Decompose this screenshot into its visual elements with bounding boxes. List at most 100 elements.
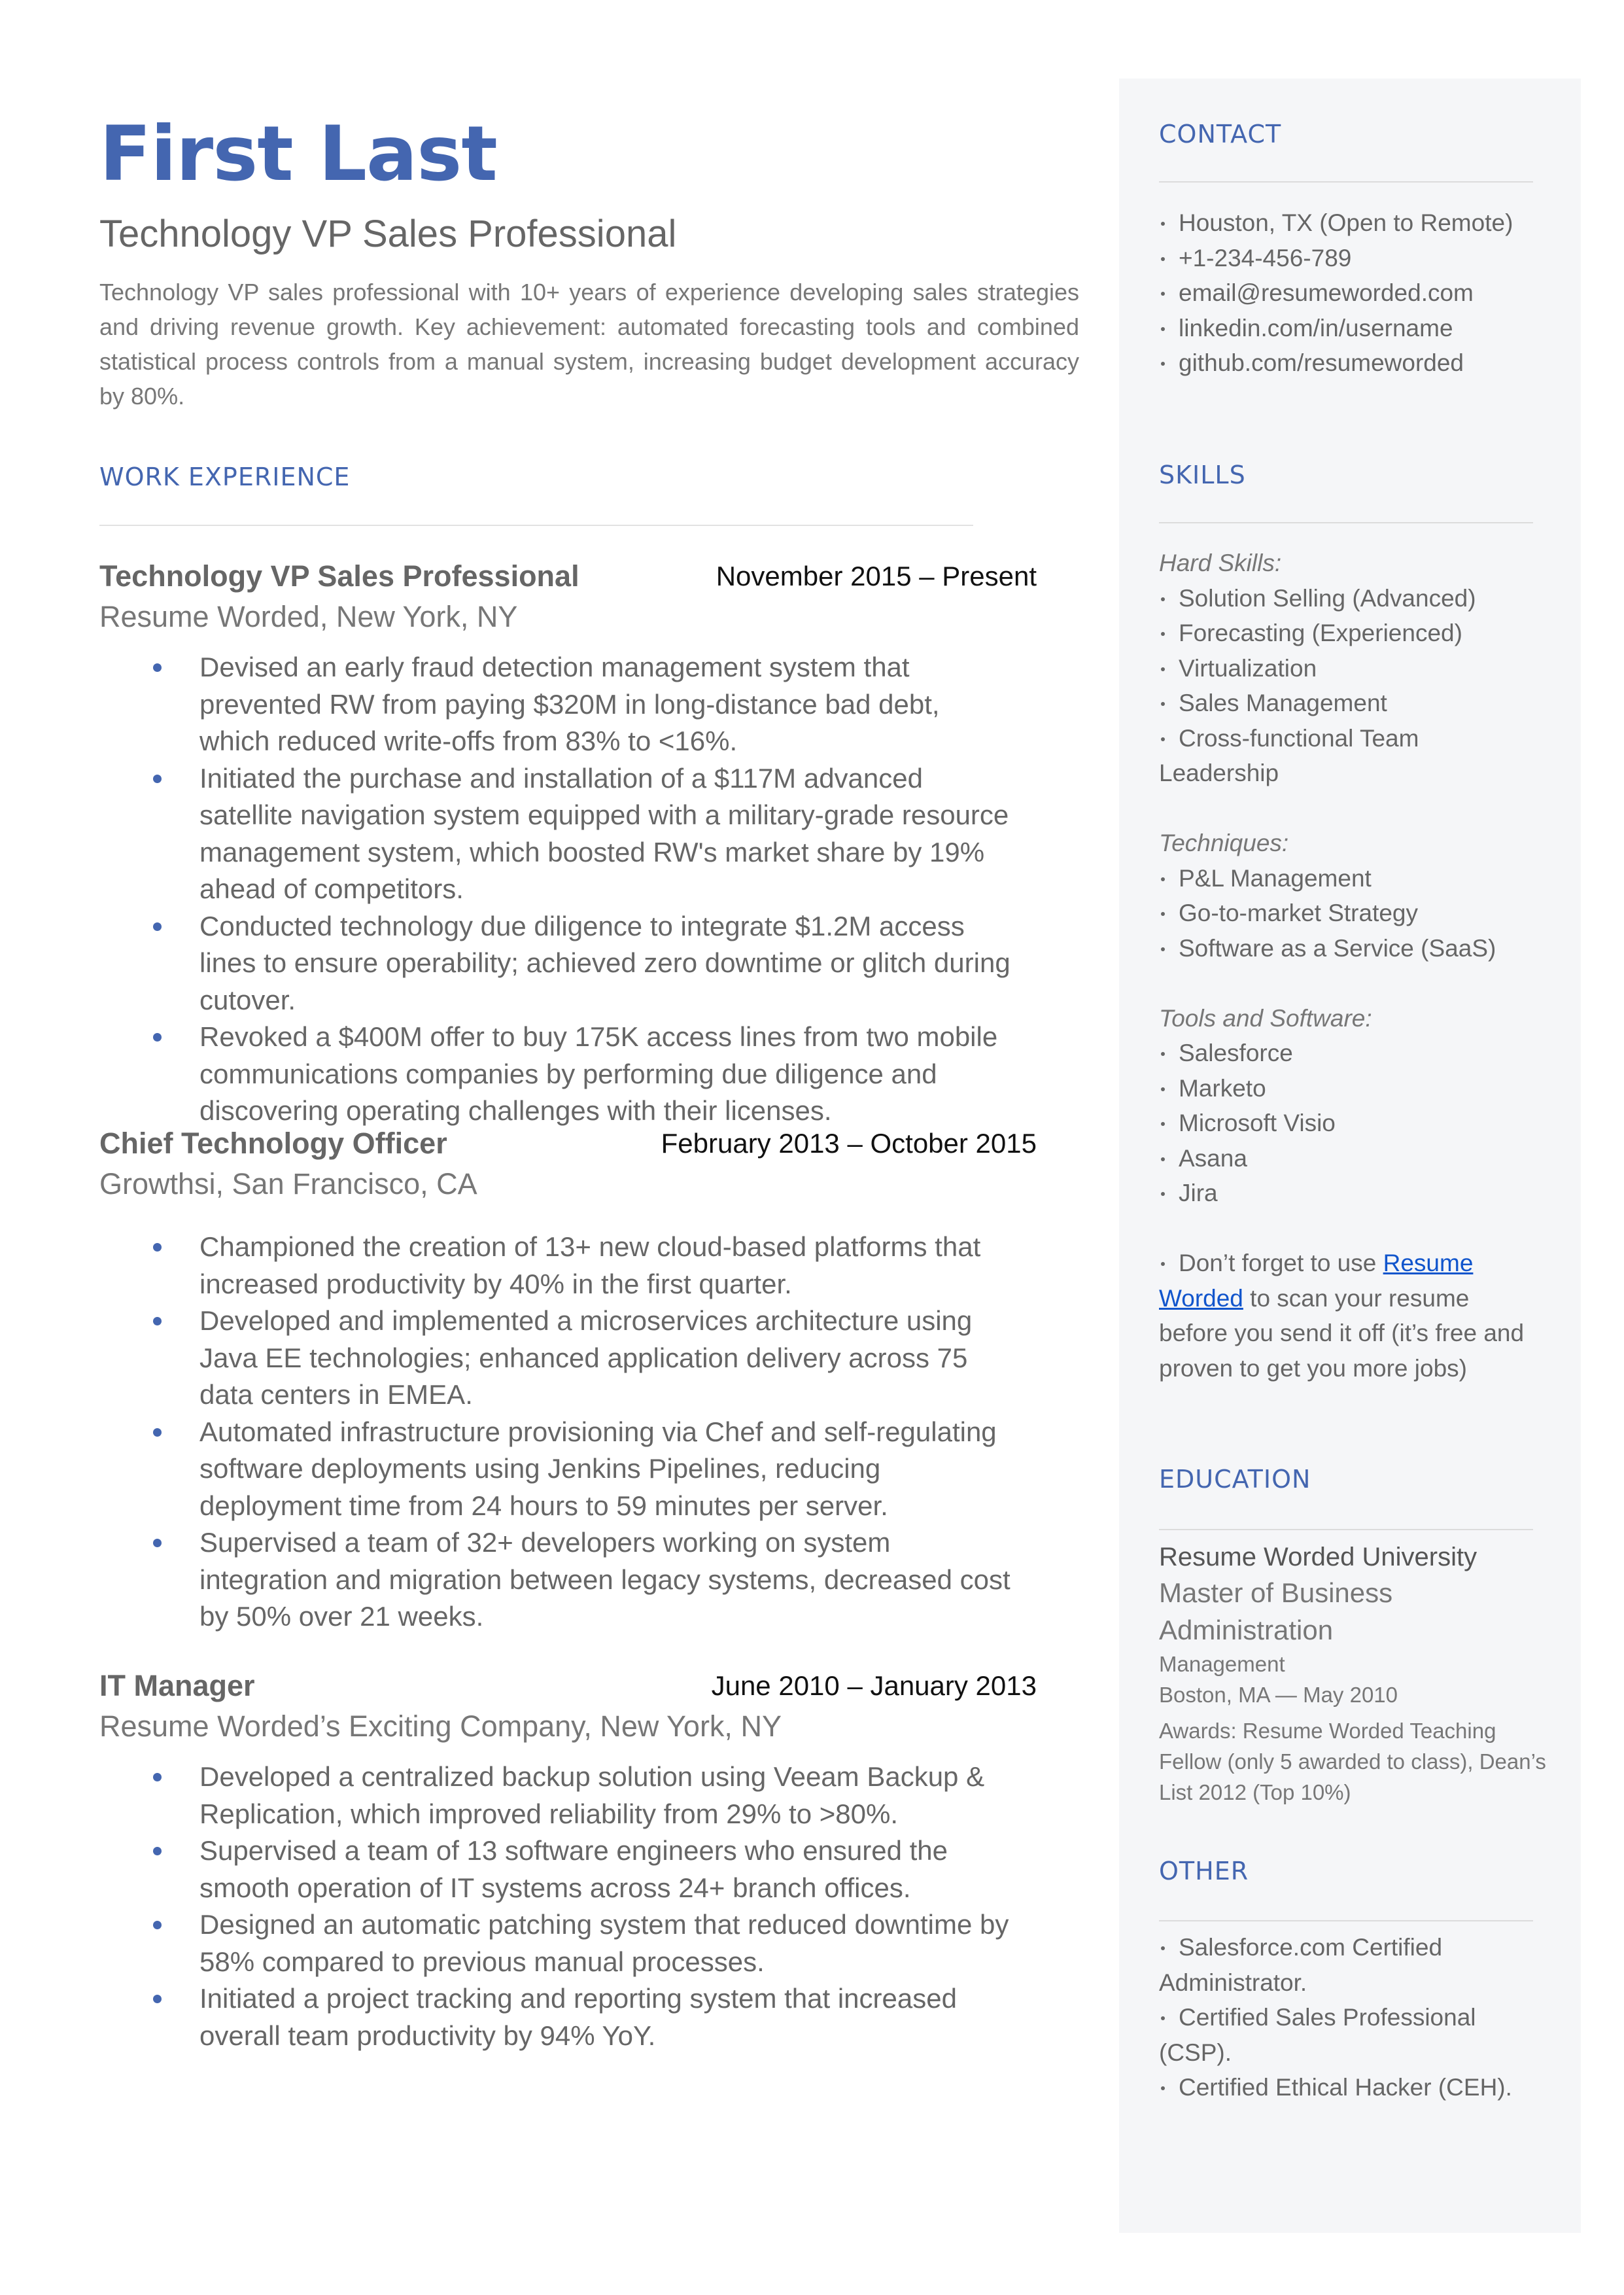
bullet-icon (153, 1033, 162, 1042)
bullet-icon (153, 1921, 162, 1929)
skill-item: P&L Management (1159, 861, 1545, 896)
other-item: Certified Ethical Hacker (CEH). (1159, 2070, 1512, 2105)
bullet-icon (1161, 2016, 1165, 2020)
list-item: Automated infrastructure provisioning vi… (99, 1414, 1015, 1525)
job-title: Technology VP Sales Professional (99, 559, 579, 593)
list-item: Conducted technology due diligence to in… (99, 908, 1015, 1019)
skill-item: Software as a Service (SaaS) (1159, 931, 1545, 966)
bullet-icon (1161, 222, 1165, 226)
job-dates: November 2015 – Present (716, 561, 1037, 591)
other-list: Salesforce.com Certified Administrator. … (1159, 1930, 1512, 2105)
job-company: Growthsi, San Francisco, CA (99, 1167, 477, 1200)
other-heading: OTHER (1159, 1857, 1249, 1885)
contact-email[interactable]: email@resumeworded.com (1159, 275, 1545, 311)
skill-item: Go-to-market Strategy (1159, 896, 1545, 931)
skill-item: Jira (1159, 1176, 1545, 1211)
bullet-icon (153, 922, 162, 931)
list-item: Developed a centralized backup solution … (99, 1759, 1015, 1832)
bullet-icon (1161, 326, 1165, 331)
contact-github[interactable]: github.com/resumeworded (1159, 345, 1545, 381)
bullet-icon (1161, 292, 1165, 296)
bullet-icon (1161, 737, 1165, 741)
bullet-text: Supervised a team of 32+ developers work… (199, 1527, 1011, 1632)
section-divider (1159, 181, 1533, 183)
skill-group-label: Techniques: (1159, 830, 1289, 856)
list-item: Devised an early fraud detection managem… (99, 649, 1015, 760)
bullet-text: Developed and implemented a microservice… (199, 1305, 973, 1410)
contact-heading: CONTACT (1159, 120, 1282, 149)
education-location-date: Boston, MA — May 2010 (1159, 1683, 1398, 1707)
bullet-icon (153, 1847, 162, 1855)
bullet-icon (153, 1243, 162, 1252)
education-degree: Master of Business Administration (1159, 1577, 1393, 1645)
bullet-text: Automated infrastructure provisioning vi… (199, 1416, 997, 1521)
bullet-icon (1161, 632, 1165, 636)
other-item: Certified Sales Professional (CSP). (1159, 2004, 1476, 2066)
bullet-icon (153, 1773, 162, 1781)
bullet-icon (1161, 256, 1165, 261)
skills-heading: SKILLS (1159, 461, 1246, 489)
list-item: Supervised a team of 13 software enginee… (99, 1832, 1015, 1906)
skill-item: Asana (1159, 1141, 1545, 1176)
bullet-icon (1161, 362, 1165, 366)
job-bullets: Developed a centralized backup solution … (99, 1759, 1015, 2054)
bullet-text: Initiated the purchase and installation … (199, 762, 1009, 905)
bullet-text: Supervised a team of 13 software enginee… (199, 1835, 948, 1903)
bullet-icon (1161, 877, 1165, 881)
skill-item: Salesforce (1159, 1036, 1545, 1071)
bullet-text: Revoked a $400M offer to buy 175K access… (199, 1021, 998, 1126)
education-entry: Resume Worded University Master of Busin… (1159, 1540, 1551, 1808)
bullet-icon (1161, 912, 1165, 916)
bullet-icon (153, 774, 162, 783)
education-heading: EDUCATION (1159, 1465, 1311, 1494)
bullet-icon (153, 1995, 162, 2003)
summary: Technology VP sales professional with 10… (99, 279, 1079, 410)
skill-item: Marketo (1159, 1071, 1545, 1106)
bullet-text: Initiated a project tracking and reporti… (199, 1983, 957, 2051)
skill-group-label: Tools and Software: (1159, 1004, 1372, 1032)
list-item: Supervised a team of 32+ developers work… (99, 1524, 1015, 1636)
list-item: Championed the creation of 13+ new cloud… (99, 1229, 1015, 1303)
candidate-name: First Last (99, 110, 498, 198)
bullet-icon (153, 1317, 162, 1325)
section-divider (99, 525, 973, 526)
contact-linkedin[interactable]: linkedin.com/in/username (1159, 311, 1545, 346)
list-item: Developed and implemented a microservice… (99, 1303, 1015, 1414)
list-item: Initiated a project tracking and reporti… (99, 1980, 1015, 2054)
bullet-icon (1161, 1192, 1165, 1196)
job-dates: June 2010 – January 2013 (711, 1670, 1037, 1701)
list-item: Initiated the purchase and installation … (99, 760, 1015, 908)
work-experience-heading: WORK EXPERIENCE (99, 463, 351, 491)
bullet-text: Championed the creation of 13+ new cloud… (199, 1231, 981, 1299)
job-company: Resume Worded, New York, NY (99, 600, 518, 633)
education-awards: Awards: Resume Worded Teaching Fellow (o… (1159, 1719, 1546, 1804)
skill-item: Cross-functional Team Leadership (1159, 724, 1419, 787)
bullet-icon (1161, 667, 1165, 671)
skill-item: Microsoft Visio (1159, 1106, 1545, 1141)
bullet-text: Conducted technology due diligence to in… (199, 910, 1011, 1015)
skill-item: Forecasting (Experienced) (1159, 616, 1545, 651)
job-bullets: Championed the creation of 13+ new cloud… (99, 1229, 1015, 1636)
bullet-icon (1161, 1262, 1165, 1266)
skill-item: Solution Selling (Advanced) (1159, 581, 1545, 616)
bullet-icon (1161, 597, 1165, 601)
section-divider (1159, 1529, 1533, 1530)
section-divider (1159, 522, 1533, 523)
skill-item: Virtualization (1159, 651, 1545, 686)
bullet-text: Devised an early fraud detection managem… (199, 652, 940, 756)
contact-phone[interactable]: +1-234-456-789 (1159, 241, 1545, 276)
bullet-text: Designed an automatic patching system th… (199, 1909, 1009, 1977)
contact-location: Houston, TX (Open to Remote) (1159, 205, 1545, 241)
bullet-icon (1161, 947, 1165, 951)
bullet-icon (1161, 1946, 1165, 1950)
skill-group-label: Hard Skills: (1159, 550, 1282, 576)
skills-list: Hard Skills: Solution Selling (Advanced)… (1159, 546, 1545, 1386)
contact-list: Houston, TX (Open to Remote) +1-234-456-… (1159, 205, 1545, 381)
list-item: Designed an automatic patching system th… (99, 1906, 1015, 1980)
bullet-icon (1161, 1087, 1165, 1091)
other-item: Salesforce.com Certified Administrator. (1159, 1934, 1443, 1996)
job-dates: February 2013 – October 2015 (661, 1128, 1037, 1159)
education-field: Management (1159, 1652, 1285, 1676)
job-title: Chief Technology Officer (99, 1127, 447, 1160)
bullet-icon (153, 1539, 162, 1547)
